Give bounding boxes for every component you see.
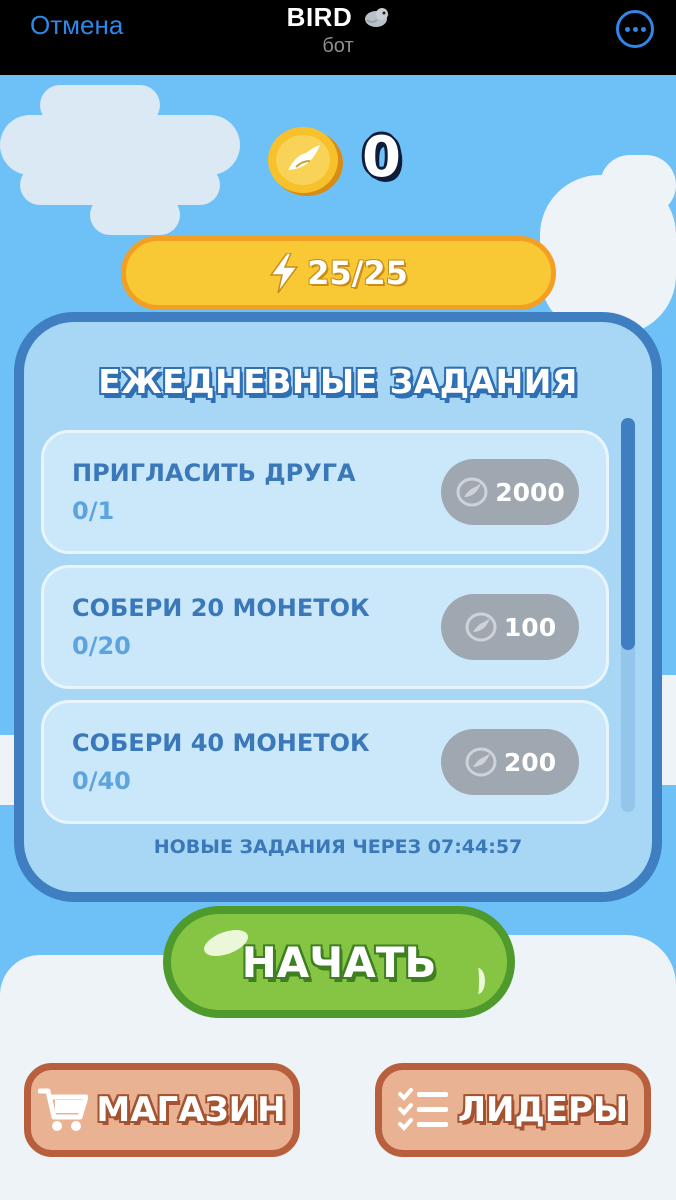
tasks-scrollbar[interactable] bbox=[621, 418, 635, 812]
shop-button[interactable]: МАГАЗИН bbox=[24, 1063, 300, 1157]
coin-reward-icon bbox=[465, 612, 497, 642]
new-tasks-timer: НОВЫЕ ЗАДАНИЯ ЧЕРЕЗ 07:44:57 bbox=[153, 836, 523, 858]
reward-value: 2000 bbox=[495, 477, 565, 507]
task-name: СОБЕРИ 40 МОНЕТОК bbox=[72, 729, 370, 757]
task-collect-20-coins[interactable]: СОБЕРИ 20 МОНЕТОК 0/20 100 bbox=[41, 565, 609, 689]
daily-tasks-title: ЕЖЕДНЕВНЫЕ ЗАДАНИЯ bbox=[98, 362, 578, 401]
energy-bar: 25/25 bbox=[121, 236, 556, 310]
energy-label: 25/25 bbox=[307, 254, 408, 292]
cart-icon bbox=[38, 1088, 89, 1131]
coin-balance: 0 bbox=[266, 125, 416, 196]
task-name: ПРИГЛАСИТЬ ДРУГА bbox=[72, 459, 356, 487]
reward-value: 200 bbox=[503, 747, 557, 777]
bot-title: BIRD bbox=[286, 2, 353, 32]
task-reward: 200 bbox=[441, 729, 579, 795]
coin-count: 0 bbox=[362, 125, 401, 190]
top-bar: Отмена BIRD бот bbox=[0, 0, 676, 75]
coin-reward-icon bbox=[465, 747, 497, 777]
coin-reward-icon bbox=[456, 477, 488, 507]
task-invite-friend[interactable]: ПРИГЛАСИТЬ ДРУГА 0/1 2000 bbox=[41, 430, 609, 554]
task-reward: 100 bbox=[441, 594, 579, 660]
task-collect-40-coins[interactable]: СОБЕРИ 40 МОНЕТОК 0/40 200 bbox=[41, 700, 609, 824]
list-icon bbox=[397, 1088, 448, 1131]
bird-emoji-icon bbox=[365, 8, 390, 27]
start-button[interactable]: НАЧАТЬ bbox=[163, 906, 515, 1018]
leaders-label: ЛИДЕРЫ bbox=[457, 1090, 629, 1130]
task-name: СОБЕРИ 20 МОНЕТОК bbox=[72, 594, 370, 622]
task-progress: 0/1 bbox=[72, 497, 115, 525]
bot-header: BIRD бот bbox=[0, 2, 676, 58]
task-progress: 0/20 bbox=[72, 632, 131, 660]
start-label: НАЧАТЬ bbox=[241, 937, 437, 987]
bot-subtitle: бот bbox=[322, 35, 354, 57]
coin-icon bbox=[268, 127, 343, 196]
shop-label: МАГАЗИН bbox=[96, 1090, 286, 1130]
task-progress: 0/40 bbox=[72, 767, 131, 795]
daily-tasks-panel: ЕЖЕДНЕВНЫЕ ЗАДАНИЯ ПРИГЛАСИТЬ ДРУГА 0/1 … bbox=[14, 312, 662, 902]
reward-value: 100 bbox=[503, 612, 557, 642]
leaders-button[interactable]: ЛИДЕРЫ bbox=[375, 1063, 651, 1157]
more-icon[interactable] bbox=[616, 10, 654, 48]
scrollbar-thumb[interactable] bbox=[621, 418, 635, 650]
task-reward: 2000 bbox=[441, 459, 579, 525]
lightning-icon bbox=[269, 253, 299, 293]
